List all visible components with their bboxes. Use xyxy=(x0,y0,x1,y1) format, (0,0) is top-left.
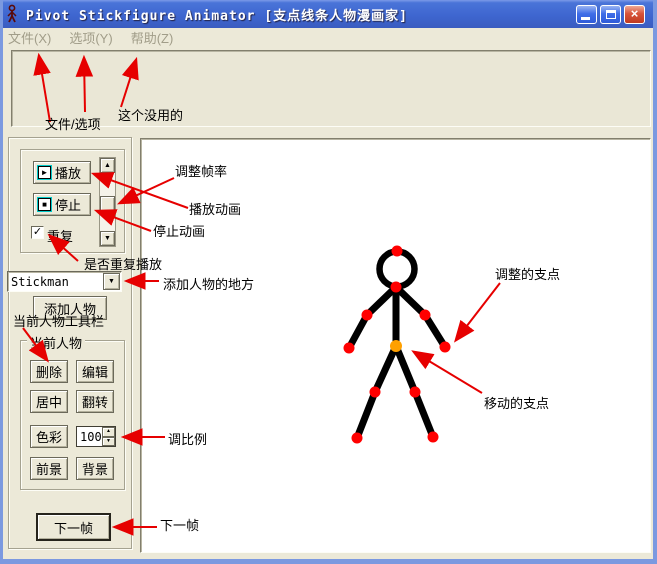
move-pivot-joint[interactable] xyxy=(390,340,402,352)
spin-up-icon: ▲ xyxy=(106,428,111,434)
joint-left-elbow[interactable] xyxy=(362,310,373,321)
annotation-file-options: 文件/选项 xyxy=(45,114,101,133)
menu-bar: 文件(X) 选项(Y) 帮助(Z) xyxy=(3,28,653,47)
stop-button-label: 停止 xyxy=(55,195,81,214)
play-button[interactable]: ► 播放 xyxy=(33,161,91,184)
scroll-down-icon: ▼ xyxy=(104,235,111,242)
next-frame-button-label: 下一帧 xyxy=(54,518,93,537)
edit-button[interactable]: 编辑 xyxy=(76,360,114,383)
frame-timeline-strip[interactable] xyxy=(11,50,651,127)
menu-file[interactable]: 文件(X) xyxy=(8,28,51,47)
annotation-move-pivot: 移动的支点 xyxy=(484,393,549,412)
stop-icon: ■ xyxy=(42,201,47,209)
background-label: 背景 xyxy=(82,459,108,478)
close-icon: × xyxy=(631,6,639,21)
color-label: 色彩 xyxy=(36,427,62,446)
foreground-label: 前景 xyxy=(36,459,62,478)
frame-rate-scrollbar-thumb[interactable] xyxy=(100,196,115,215)
play-icon: ► xyxy=(41,169,49,177)
scale-spinner-value: 100 xyxy=(77,427,102,446)
app-window: Pivot Stickfigure Animator [支点线条人物漫画家] ×… xyxy=(0,0,657,564)
annotation-frame-rate: 调整帧率 xyxy=(175,161,227,180)
frame-rate-scrollbar[interactable]: ▲ ▼ xyxy=(99,157,116,247)
foreground-button[interactable]: 前景 xyxy=(30,457,68,480)
chevron-down-icon: ▼ xyxy=(108,278,115,285)
window-title: Pivot Stickfigure Animator [支点线条人物漫画家] xyxy=(26,5,408,24)
scale-spinner[interactable]: 100 ▲ ▼ xyxy=(76,426,116,447)
stop-button[interactable]: ■ 停止 xyxy=(33,193,91,216)
joint-left-foot[interactable] xyxy=(352,433,363,444)
spin-down-icon: ▼ xyxy=(106,438,111,444)
delete-button[interactable]: 删除 xyxy=(30,360,68,383)
spin-down-button[interactable]: ▼ xyxy=(102,437,115,447)
scroll-down-button[interactable]: ▼ xyxy=(100,231,115,246)
annotation-stop-anim: 停止动画 xyxy=(153,221,205,240)
next-frame-button[interactable]: 下一帧 xyxy=(36,513,111,541)
current-figure-group-title: 当前人物 xyxy=(27,333,85,352)
repeat-checkbox[interactable]: ✓ xyxy=(31,226,44,239)
check-icon: ✓ xyxy=(33,226,42,238)
delete-label: 删除 xyxy=(36,362,62,381)
play-button-label: 播放 xyxy=(55,163,81,182)
figure-select-dropdown[interactable]: Stickman ▼ xyxy=(7,271,122,292)
menu-help[interactable]: 帮助(Z) xyxy=(131,28,174,47)
annotation-useless: 这个没用的 xyxy=(118,105,183,124)
flip-button[interactable]: 翻转 xyxy=(76,390,114,413)
joint-right-foot[interactable] xyxy=(428,432,439,443)
close-button[interactable]: × xyxy=(624,5,645,24)
repeat-checkbox-label: 重复 xyxy=(47,226,73,245)
scroll-up-button[interactable]: ▲ xyxy=(100,158,115,173)
annotation-play-anim: 播放动画 xyxy=(189,199,241,218)
minimize-icon xyxy=(581,17,590,20)
title-bar[interactable]: Pivot Stickfigure Animator [支点线条人物漫画家] × xyxy=(0,0,657,28)
annotation-adjust-pivot: 调整的支点 xyxy=(495,264,560,283)
annotation-scale: 调比例 xyxy=(168,429,207,448)
flip-label: 翻转 xyxy=(82,392,108,411)
joint-neck[interactable] xyxy=(391,282,402,293)
minimize-button[interactable] xyxy=(576,5,597,24)
joint-left-hand[interactable] xyxy=(344,343,355,354)
center-button[interactable]: 居中 xyxy=(30,390,68,413)
joint-right-hand[interactable] xyxy=(440,342,451,353)
annotation-repeat-play: 是否重复播放 xyxy=(84,254,162,273)
edit-label: 编辑 xyxy=(82,362,108,381)
figure-select-value: Stickman xyxy=(8,275,103,289)
spin-up-button[interactable]: ▲ xyxy=(102,427,115,437)
joint-head-top[interactable] xyxy=(392,246,403,257)
center-label: 居中 xyxy=(36,392,62,411)
joint-right-elbow[interactable] xyxy=(420,310,431,321)
color-button[interactable]: 色彩 xyxy=(30,425,68,448)
app-stickfigure-icon xyxy=(4,4,20,24)
maximize-icon xyxy=(606,10,616,19)
maximize-button[interactable] xyxy=(600,5,621,24)
scroll-up-icon: ▲ xyxy=(104,162,111,169)
joint-left-knee[interactable] xyxy=(370,387,381,398)
menu-options[interactable]: 选项(Y) xyxy=(69,28,112,47)
background-button[interactable]: 背景 xyxy=(76,457,114,480)
annotation-next-frame: 下一帧 xyxy=(160,515,199,534)
joint-right-knee[interactable] xyxy=(410,387,421,398)
dropdown-button[interactable]: ▼ xyxy=(103,273,120,290)
annotation-add-figure: 添加人物的地方 xyxy=(163,274,254,293)
annotation-current-toolbar: 当前人物工具栏 xyxy=(13,311,104,330)
